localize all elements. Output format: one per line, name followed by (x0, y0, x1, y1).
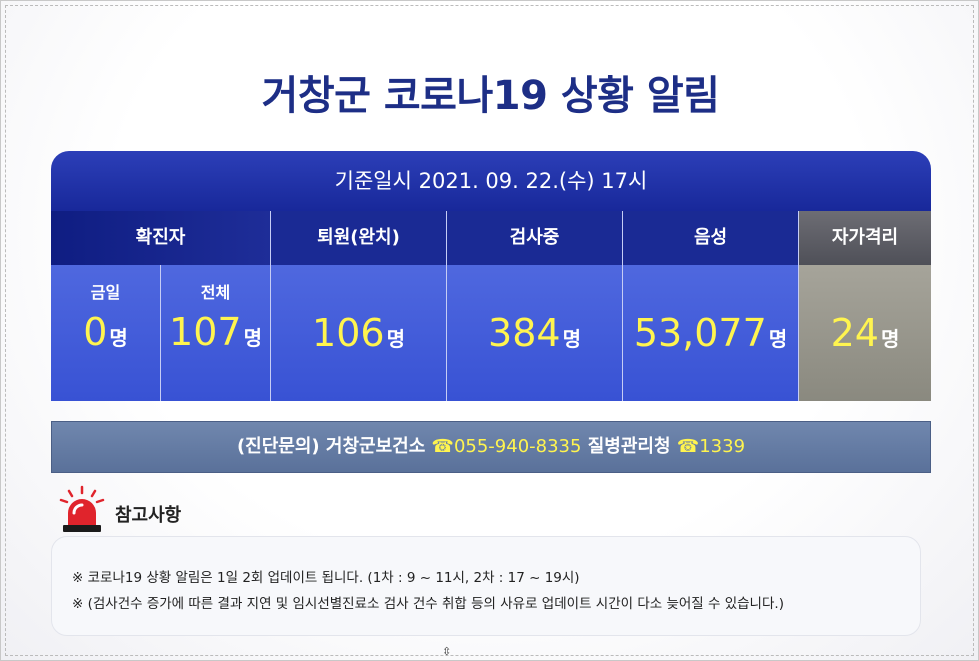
negative-count: 53,077 (633, 311, 767, 355)
reference-datetime: 기준일시 2021. 09. 22.(수) 17시 (51, 151, 931, 211)
total-count: 107 (169, 310, 242, 354)
notes-header: 참고사항 (59, 485, 181, 535)
notes-label: 참고사항 (115, 505, 182, 526)
today-count: 0 (83, 310, 108, 354)
unit-label: 명 (562, 327, 581, 351)
notes-box: ※ 코로나19 상황 알림은 1일 2회 업데이트 됩니다. (1차 : 9 ~… (51, 536, 921, 636)
negative-label: 음성 (623, 211, 798, 265)
unit-label: 명 (768, 327, 788, 351)
quarantine-column: 자가격리 24 명 (799, 211, 931, 401)
discharged-label: 퇴원(완치) (271, 211, 446, 265)
unit-label: 명 (109, 326, 128, 350)
mouse-cursor-icon: ⇳ (442, 645, 452, 658)
note-item: ※ 코로나19 상황 알림은 1일 2회 업데이트 됩니다. (1차 : 9 ~… (72, 570, 580, 586)
page-frame: 거창군 코로나19 상황 알림 기준일시 2021. 09. 22.(수) 17… (0, 0, 979, 661)
siren-icon (59, 485, 105, 535)
confirmed-today: 금일 0 명 (51, 265, 161, 401)
total-label: 전체 (200, 283, 231, 302)
today-label: 금일 (90, 283, 121, 302)
discharged-count: 106 (312, 311, 385, 355)
contact-prefix: (진단문의) 거창군보건소 (236, 436, 432, 457)
contact-bar: (진단문의) 거창군보건소 ☎055-940-8335 질병관리청 ☎1339 (51, 421, 931, 473)
page-title: 거창군 코로나19 상황 알림 (261, 73, 720, 119)
confirmed-column: 확진자 금일 0 명 전체 107 명 (51, 211, 271, 401)
status-board: 기준일시 2021. 09. 22.(수) 17시 확진자 금일 0 명 전체 … (51, 151, 931, 401)
discharged-column: 퇴원(완치) 106 명 (271, 211, 447, 401)
health-center-phone[interactable]: ☎055-940-8335 (432, 436, 582, 457)
kdca-phone[interactable]: ☎1339 (677, 436, 745, 457)
testing-label: 검사중 (447, 211, 622, 265)
note-item: ※ (검사건수 증가에 따른 결과 지연 및 임시선별진료소 검사 건수 취합 … (72, 596, 784, 612)
testing-column: 검사중 384 명 (447, 211, 623, 401)
testing-count: 384 (488, 311, 561, 355)
negative-column: 음성 53,077 명 (623, 211, 799, 401)
confirmed-total: 전체 107 명 (161, 265, 270, 401)
quarantine-count: 24 (830, 311, 879, 355)
confirmed-label: 확진자 (51, 211, 270, 265)
unit-label: 명 (880, 327, 900, 351)
unit-label: 명 (386, 327, 405, 351)
quarantine-label: 자가격리 (799, 211, 931, 265)
contact-middle: 질병관리청 (581, 436, 677, 457)
unit-label: 명 (243, 326, 262, 350)
